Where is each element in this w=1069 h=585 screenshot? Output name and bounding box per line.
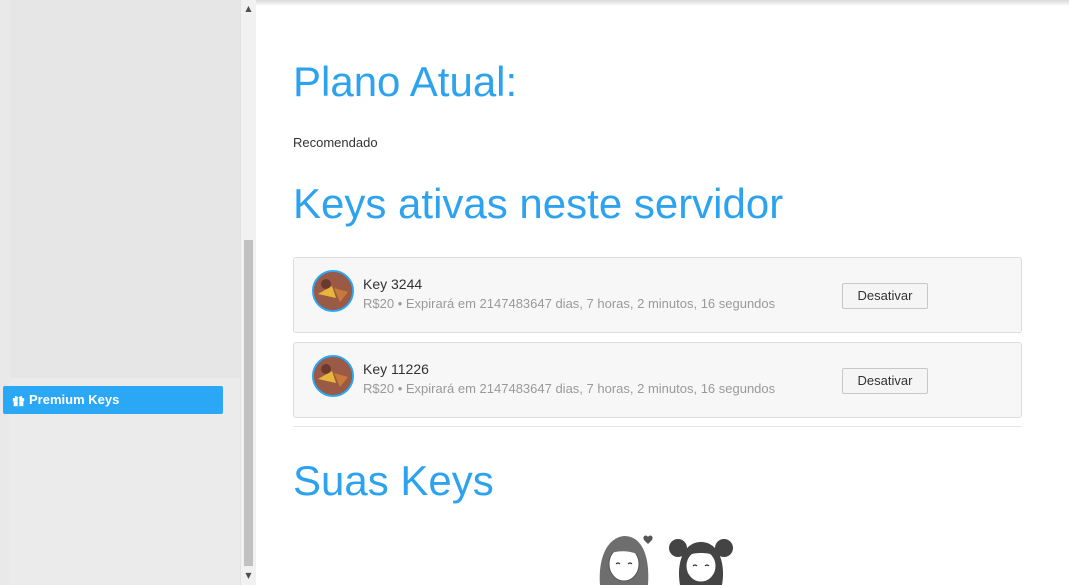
scroll-thumb[interactable]: [244, 240, 253, 566]
scroll-up-icon[interactable]: ▲: [241, 2, 256, 16]
key-info: R$20 • Expirará em 2147483647 dias, 7 ho…: [363, 296, 776, 311]
avatar: [312, 270, 354, 312]
key-info: R$20 • Expirará em 2147483647 dias, 7 ho…: [363, 381, 776, 396]
gift-icon: [12, 395, 25, 406]
deactivate-button[interactable]: Desativar: [842, 283, 928, 309]
key-card: Key 11226 R$20 • Expirará em 2147483647 …: [293, 342, 1022, 418]
premium-keys-button[interactable]: Premium Keys: [3, 386, 223, 414]
active-keys-title: Keys ativas neste servidor: [293, 180, 784, 227]
deactivate-button[interactable]: Desativar: [842, 368, 928, 394]
premium-keys-label: Premium Keys: [29, 392, 120, 407]
current-plan-title: Plano Atual:: [293, 58, 518, 105]
sidebar: Premium Keys ▲ ▼: [0, 0, 256, 585]
sidebar-scrollbar[interactable]: ▲ ▼: [240, 0, 256, 585]
current-plan-value: Recomendado: [293, 135, 378, 150]
key-card: Key 3244 R$20 • Expirará em 2147483647 d…: [293, 257, 1022, 333]
key-name: Key 3244: [363, 276, 423, 292]
your-keys-title: Suas Keys: [293, 457, 494, 504]
key-name: Key 11226: [363, 361, 429, 377]
sidebar-panel: [10, 0, 244, 378]
divider: [293, 426, 1022, 427]
avatar: [312, 355, 354, 397]
scroll-down-icon[interactable]: ▼: [241, 569, 256, 583]
sidebar-decoration: [0, 0, 10, 585]
top-shadow: [256, 0, 1069, 6]
characters-illustration: [599, 535, 733, 585]
